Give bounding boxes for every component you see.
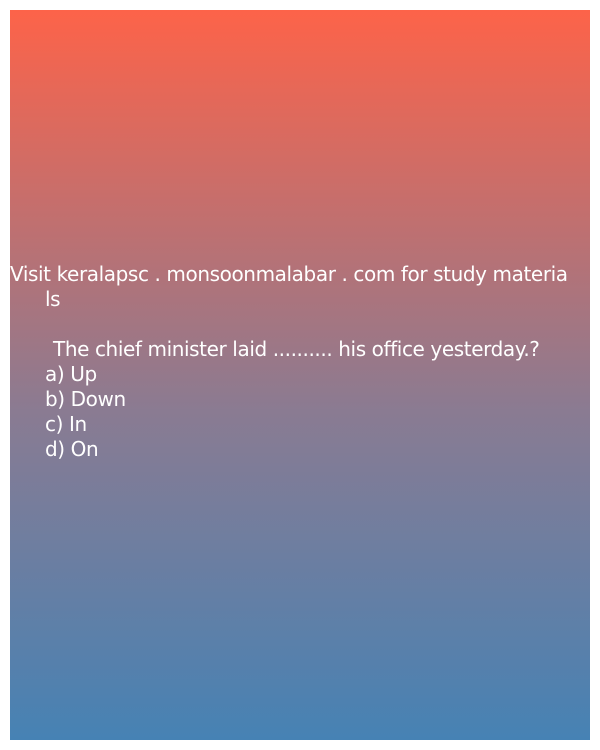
question-card: Visit keralapsc . monsoonmalabar . com f… [10,10,590,740]
option-c: c) In [45,412,87,436]
card-content: Visit keralapsc . monsoonmalabar . com f… [10,262,590,462]
question-text: The chief minister laid .......... his o… [53,337,540,361]
option-d: d) On [45,437,99,461]
promo-text-line-1: Visit keralapsc . monsoonmalabar . com f… [10,262,568,286]
promo-text-line-2: ls [45,287,61,311]
option-a: a) Up [45,362,97,386]
option-b: b) Down [45,387,126,411]
